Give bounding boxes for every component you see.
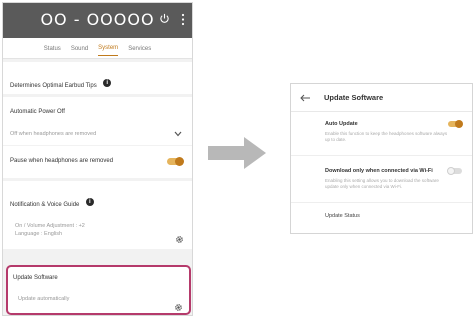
toggle-knob bbox=[455, 119, 463, 128]
wifi-only-toggle[interactable] bbox=[447, 166, 462, 175]
gear-icon[interactable] bbox=[175, 235, 184, 244]
header: Update Software bbox=[291, 84, 472, 112]
setting-auto-power-off[interactable]: Automatic Power Off Off when headphones … bbox=[3, 97, 192, 145]
update-software-setting-highlighted[interactable]: Update Software Update automatically bbox=[6, 265, 191, 315]
setting-label: Automatic Power Off bbox=[10, 109, 65, 115]
power-icon[interactable] bbox=[159, 13, 170, 24]
setting-detail-language: Language : English bbox=[15, 231, 63, 237]
info-icon[interactable]: i bbox=[103, 78, 112, 87]
setting-detail-volume: On / Volume Adjustment : +2 bbox=[15, 223, 85, 229]
setting-label: Update Status bbox=[325, 213, 360, 219]
right-arrow-icon bbox=[208, 137, 266, 169]
setting-label: Notification & Voice Guide bbox=[10, 202, 80, 208]
auto-update-toggle[interactable] bbox=[448, 119, 463, 128]
setting-value: Update automatically bbox=[18, 296, 70, 302]
toggle-knob bbox=[175, 157, 184, 166]
setting-description: Enabling this setting allows you to down… bbox=[325, 178, 439, 189]
tab-services[interactable]: Services bbox=[128, 41, 151, 56]
info-icon[interactable]: i bbox=[85, 197, 94, 206]
setting-optimal-earbud-tips[interactable]: Determines Optimal Earbud Tips i bbox=[3, 62, 192, 94]
auto-update-setting[interactable]: Auto Update Enable this function to keep… bbox=[291, 112, 472, 156]
tab-status[interactable]: Status bbox=[44, 41, 61, 56]
more-options-icon[interactable] bbox=[181, 13, 185, 26]
setting-label: Determines Optimal Earbud Tips bbox=[10, 83, 97, 89]
tab-sound[interactable]: Sound bbox=[71, 41, 88, 56]
setting-value: Off when headphones are removed bbox=[10, 131, 97, 137]
update-software-screen: Update Software Auto Update Enable this … bbox=[290, 83, 473, 234]
page-title: Update Software bbox=[324, 93, 384, 102]
top-bar: OO - OOOOO bbox=[3, 3, 192, 38]
pause-toggle[interactable] bbox=[167, 157, 184, 166]
toggle-knob bbox=[447, 166, 455, 175]
back-arrow-icon[interactable] bbox=[300, 94, 310, 102]
gear-icon[interactable] bbox=[174, 303, 183, 312]
setting-label: Update Software bbox=[13, 275, 58, 281]
setting-label: Auto Update bbox=[325, 121, 358, 127]
setting-label: Pause when headphones are removed bbox=[10, 158, 114, 164]
tab-bar: Status Sound System Services bbox=[3, 38, 192, 59]
setting-description: Enable this function to keep the headpho… bbox=[325, 131, 448, 142]
wifi-only-setting[interactable]: Download only when connected via Wi-Fi E… bbox=[291, 156, 472, 203]
tab-system[interactable]: System bbox=[98, 40, 119, 56]
update-status-item[interactable]: Update Status bbox=[291, 203, 472, 229]
setting-notification-voice-guide[interactable]: Notification & Voice Guide i On / Volume… bbox=[3, 181, 192, 249]
setting-label: Download only when connected via Wi-Fi bbox=[325, 168, 433, 174]
setting-pause-when-removed[interactable]: Pause when headphones are removed bbox=[3, 146, 192, 178]
screen: OO - OOOOO Status Sound System Services … bbox=[0, 0, 475, 318]
headphones-app-screen: OO - OOOOO Status Sound System Services … bbox=[2, 2, 193, 316]
chevron-down-icon[interactable] bbox=[174, 131, 182, 137]
